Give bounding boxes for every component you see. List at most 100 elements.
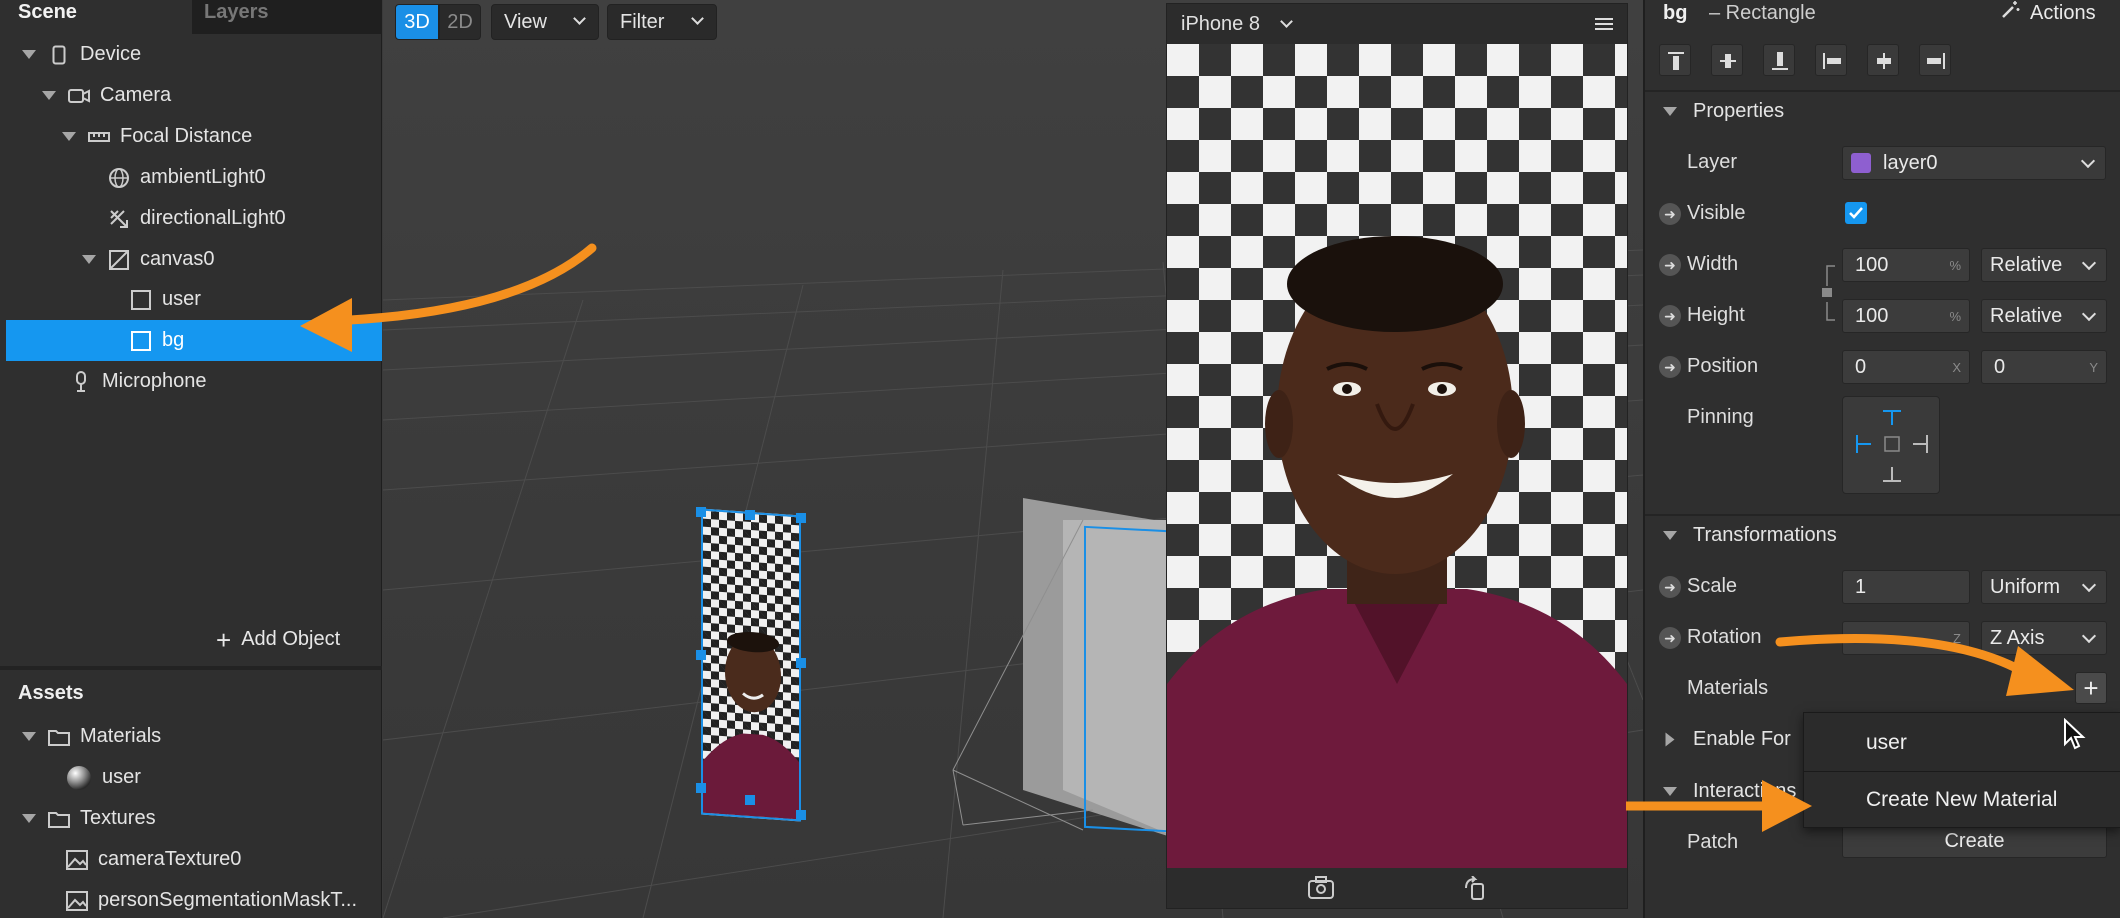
add-material-button[interactable]: +	[2075, 672, 2107, 704]
tree-item-focal-distance[interactable]: Focal Distance	[6, 116, 382, 157]
patch-arrow-icon[interactable]: ➜	[1659, 254, 1681, 276]
add-object-button[interactable]: + Add Object	[216, 627, 340, 653]
tree-item-user[interactable]: user	[6, 279, 382, 320]
tree-item-label: Microphone	[102, 370, 207, 392]
tree-item-microphone[interactable]: Microphone	[6, 361, 382, 402]
tree-item-device[interactable]: Device	[6, 34, 382, 75]
switch-camera-icon[interactable]	[1307, 876, 1335, 906]
device-preview: iPhone 8	[1166, 3, 1628, 909]
asset-item-materials[interactable]: Materials	[6, 716, 382, 757]
expand-caret-icon[interactable]	[82, 255, 96, 264]
tree-item-label: canvas0	[140, 248, 215, 270]
checkmark-icon	[1849, 207, 1863, 219]
patch-arrow-icon[interactable]: ➜	[1659, 576, 1681, 598]
expand-caret-icon	[1665, 732, 1675, 747]
tree-item-label: user	[102, 766, 141, 788]
tree-item-directional-light[interactable]: directionalLight0	[6, 198, 382, 239]
directional-light-icon	[108, 208, 130, 230]
asset-item-segmentation-texture[interactable]: personSegmentationMaskT...	[6, 880, 382, 918]
expand-caret-icon[interactable]	[62, 132, 76, 141]
asset-item-textures[interactable]: Textures	[6, 798, 382, 839]
height-input[interactable]: 100 %	[1842, 299, 1970, 333]
rectangle-icon	[130, 330, 152, 352]
collapse-caret-icon	[1663, 107, 1677, 116]
tree-item-label: ambientLight0	[140, 166, 266, 188]
position-label: Position	[1687, 355, 1759, 377]
collapse-caret-icon	[1663, 531, 1677, 540]
patch-arrow-icon[interactable]: ➜	[1659, 356, 1681, 378]
menu-item-create-new-material[interactable]: Create New Material	[1804, 772, 2120, 828]
tab-layers[interactable]: Layers	[192, 0, 382, 34]
align-middle-button[interactable]	[1711, 44, 1743, 76]
camera-icon	[68, 85, 90, 107]
inspector-object-type: – Rectangle	[1709, 2, 1816, 24]
expand-caret-icon[interactable]	[42, 91, 56, 100]
rotation-input[interactable]: Z	[1842, 621, 1970, 655]
aspect-lock-icon[interactable]	[1821, 264, 1841, 322]
visible-label: Visible	[1687, 202, 1746, 224]
tree-item-ambient-light[interactable]: ambientLight0	[6, 157, 382, 198]
pinning-label: Pinning	[1687, 406, 1754, 428]
width-input[interactable]: 100 %	[1842, 248, 1970, 282]
align-top-button[interactable]	[1659, 44, 1691, 76]
actions-button[interactable]: Actions	[2000, 0, 2096, 26]
enable-for-section-header[interactable]: Enable For	[1663, 728, 1791, 751]
plus-icon: +	[2083, 673, 2099, 703]
filter-menu[interactable]: Filter	[607, 4, 717, 40]
chevron-down-icon	[2081, 628, 2097, 644]
align-right-button[interactable]	[1919, 44, 1951, 76]
asset-item-material-user[interactable]: user	[6, 757, 382, 798]
rotation-axis-dropdown[interactable]: Z Axis	[1981, 621, 2107, 655]
image-icon	[66, 849, 88, 871]
tree-item-canvas[interactable]: canvas0	[6, 239, 382, 280]
position-x-input[interactable]: 0 X	[1842, 350, 1970, 384]
align-center-button[interactable]	[1867, 44, 1899, 76]
align-left-button[interactable]	[1815, 44, 1847, 76]
layer-dropdown[interactable]: layer0	[1842, 146, 2106, 180]
device-selector[interactable]: iPhone 8	[1167, 4, 1627, 44]
create-patch-button[interactable]: Create	[1842, 824, 2107, 858]
tree-item-label: Camera	[100, 84, 172, 106]
patch-arrow-icon[interactable]: ➜	[1659, 203, 1681, 225]
tab-scene[interactable]: Scene	[0, 0, 192, 34]
mode-3d-button[interactable]: 3D	[395, 4, 439, 40]
asset-item-camera-texture[interactable]: cameraTexture0	[6, 839, 382, 880]
tree-item-label: user	[162, 288, 201, 310]
tree-item-label: directionalLight0	[140, 207, 286, 229]
tree-item-camera[interactable]: Camera	[6, 75, 382, 116]
chevron-down-icon	[2081, 255, 2097, 271]
visible-checkbox[interactable]	[1845, 202, 1867, 224]
layer-label: Layer	[1687, 151, 1738, 173]
folder-icon	[48, 726, 70, 748]
height-mode-dropdown[interactable]: Relative	[1981, 299, 2107, 333]
chevron-down-icon	[573, 12, 586, 25]
properties-section-header[interactable]: Properties	[1663, 100, 1784, 123]
transformations-section-header[interactable]: Transformations	[1663, 524, 1837, 547]
rotate-device-icon[interactable]	[1463, 875, 1487, 906]
width-mode-dropdown[interactable]: Relative	[1981, 248, 2107, 282]
person-portrait	[1167, 236, 1627, 870]
interactions-section-header[interactable]: Interactions	[1663, 780, 1796, 803]
scale-input[interactable]: 1	[1842, 570, 1970, 604]
expand-caret-icon[interactable]	[22, 732, 36, 741]
scene-viewport[interactable]: 3D 2D View Filter iPhone 8	[383, 0, 1643, 918]
mode-2d-button[interactable]: 2D	[439, 4, 481, 40]
selection-handles[interactable]	[691, 500, 811, 840]
align-bottom-button[interactable]	[1763, 44, 1795, 76]
view-menu[interactable]: View	[491, 4, 599, 40]
pinning-widget[interactable]	[1842, 396, 1940, 494]
expand-caret-icon[interactable]	[22, 50, 36, 59]
mouse-cursor-icon	[2064, 718, 2086, 750]
tree-item-bg[interactable]: bg	[6, 320, 382, 361]
expand-caret-icon[interactable]	[22, 814, 36, 823]
canvas-icon	[108, 249, 130, 271]
scale-mode-dropdown[interactable]: Uniform	[1981, 570, 2107, 604]
preview-footer	[1167, 868, 1627, 908]
rotation-label: Rotation	[1687, 626, 1762, 648]
height-label: Height	[1687, 304, 1745, 326]
patch-arrow-icon[interactable]: ➜	[1659, 305, 1681, 327]
microphone-icon	[70, 370, 92, 393]
hamburger-menu-icon[interactable]	[1595, 18, 1613, 30]
position-y-input[interactable]: 0 Y	[1981, 350, 2107, 384]
patch-arrow-icon[interactable]: ➜	[1659, 627, 1681, 649]
